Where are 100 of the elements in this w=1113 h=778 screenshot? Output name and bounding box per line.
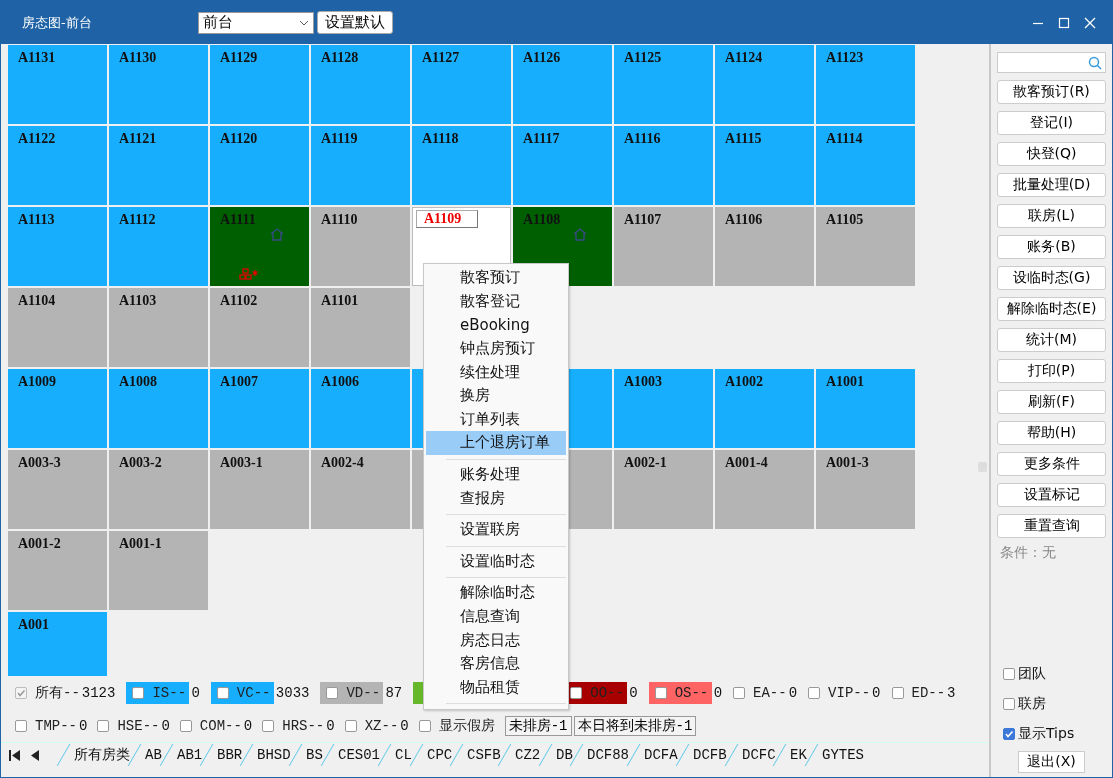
room-tile[interactable]: A001-3 [816, 450, 915, 529]
menu-item[interactable]: 订单列表 [426, 407, 566, 432]
room-tile[interactable]: A1122 [8, 126, 107, 205]
action-button[interactable]: 账务(B) [997, 235, 1106, 259]
room-tile[interactable]: A1103 [109, 288, 208, 367]
action-button[interactable]: 设临时态(G) [997, 266, 1106, 290]
room-tile[interactable]: A1118 [412, 126, 511, 205]
room-tile[interactable]: A1007 [210, 369, 309, 448]
view-select[interactable]: 前台 [198, 11, 314, 34]
room-tile[interactable]: A003-1 [210, 450, 309, 529]
room-tile[interactable]: A1128 [311, 45, 410, 124]
room-tile[interactable]: A1129 [210, 45, 309, 124]
room-tile[interactable]: A1130 [109, 45, 208, 124]
room-tile[interactable]: A1121 [109, 126, 208, 205]
room-tile[interactable]: A003-2 [109, 450, 208, 529]
room-tile[interactable]: A1002 [715, 369, 814, 448]
room-tile[interactable]: A1115 [715, 126, 814, 205]
menu-item[interactable]: 上个退房订单 [426, 431, 566, 455]
room-tile[interactable]: A1119 [311, 126, 410, 205]
room-tile[interactable]: A001-1 [109, 531, 208, 610]
room-type-tab[interactable]: CL [377, 744, 422, 766]
unassigned-button[interactable]: 本日将到未排房-1 [573, 716, 697, 736]
room-tile[interactable]: A1001 [816, 369, 915, 448]
room-tile[interactable]: A1127 [412, 45, 511, 124]
room-tile[interactable]: A1101 [311, 288, 410, 367]
room-tile[interactable]: A1107 [614, 207, 713, 286]
room-tile[interactable]: A1123 [816, 45, 915, 124]
room-tile[interactable]: A1003 [614, 369, 713, 448]
menu-item[interactable]: 房态日志 [426, 628, 566, 652]
room-type-tab[interactable]: BBR [199, 744, 253, 766]
room-tile[interactable]: A002-4 [311, 450, 410, 529]
status-count: 0 [79, 718, 88, 734]
room-tile[interactable]: A1106 [715, 207, 814, 286]
room-tile[interactable]: A1110 [311, 207, 410, 286]
action-button[interactable]: 刷新(F) [997, 390, 1106, 414]
menu-item[interactable]: 设置联房 [426, 517, 566, 542]
exit-button[interactable]: 退出(X) [1018, 751, 1085, 773]
set-default-button[interactable]: 设置默认 [317, 11, 393, 34]
action-button[interactable]: 解除临时态(E) [997, 297, 1106, 321]
unassigned-button[interactable]: 未排房-1 [504, 716, 572, 736]
room-tile[interactable]: A001-4 [715, 450, 814, 529]
room-tile[interactable]: A1114 [816, 126, 915, 205]
action-button[interactable]: 帮助(H) [997, 421, 1106, 445]
room-number: A002-4 [321, 455, 364, 471]
action-button[interactable]: 批量处理(D) [997, 173, 1106, 197]
action-button[interactable]: 统计(M) [997, 328, 1106, 352]
room-number: A003-1 [220, 455, 263, 471]
action-button[interactable]: 散客预订(R) [997, 80, 1106, 104]
menu-item[interactable]: 信息查询 [426, 604, 566, 629]
action-button[interactable]: 打印(P) [997, 359, 1106, 383]
room-number: A1114 [826, 131, 863, 147]
action-button[interactable]: 联房(L) [997, 204, 1106, 228]
room-number: A1124 [725, 50, 763, 66]
status-label: TMP-- [35, 718, 77, 734]
status-label: HRS-- [282, 718, 325, 734]
action-button[interactable]: 登记(I) [997, 111, 1106, 135]
menu-item[interactable]: 客房信息 [426, 651, 566, 676]
room-type-tab[interactable]: CPC [409, 744, 463, 766]
room-tile[interactable]: A1113 [8, 207, 107, 286]
menu-item[interactable]: 解除临时态 [426, 581, 566, 605]
status-count: 0 [161, 718, 170, 734]
menu-item[interactable]: 换房 [426, 383, 566, 408]
menu-item[interactable]: 散客登记 [426, 289, 566, 314]
room-type-tab[interactable]: 所有房类 [56, 744, 141, 766]
menu-item[interactable]: 续住处理 [426, 360, 566, 384]
menu-item[interactable]: 账务处理 [426, 462, 566, 487]
room-type-tab[interactable]: DCFA [627, 744, 689, 766]
menu-item[interactable]: 设置临时态 [426, 549, 566, 574]
room-tile[interactable]: A1117 [513, 126, 612, 205]
room-tile[interactable]: A001 [8, 612, 107, 676]
room-tile[interactable]: A1102 [210, 288, 309, 367]
room-tile[interactable]: A003-3 [8, 450, 107, 529]
room-tile[interactable]: A1009 [8, 369, 107, 448]
action-button[interactable]: 设置标记 [997, 483, 1106, 507]
action-button[interactable]: 更多条件 [997, 452, 1106, 476]
action-button[interactable]: 快登(Q) [997, 142, 1106, 166]
room-tile[interactable]: A1105 [816, 207, 915, 286]
room-tile[interactable]: A001-2 [8, 531, 107, 610]
menu-item[interactable]: 钟点房预订 [426, 336, 566, 361]
menu-item[interactable]: 查报房 [426, 486, 566, 510]
status-label: OO-- [590, 685, 624, 701]
status-label: VD-- [346, 685, 381, 701]
room-tile[interactable]: A1124 [715, 45, 814, 124]
room-tile[interactable]: A1116 [614, 126, 713, 205]
room-tile[interactable]: A002-1 [614, 450, 713, 529]
room-tile[interactable]: A1006 [311, 369, 410, 448]
room-tile[interactable]: A1008 [109, 369, 208, 448]
room-number: A001-2 [18, 536, 61, 552]
status-count: 3 [947, 685, 956, 701]
action-button[interactable]: 重置查询 [997, 514, 1106, 538]
room-tile[interactable]: A1104 [8, 288, 107, 367]
status-count: 87 [385, 685, 403, 701]
room-type-tab[interactable]: DB [538, 744, 583, 766]
room-tile[interactable]: A1125 [614, 45, 713, 124]
menu-item[interactable]: eBooking [426, 313, 566, 337]
room-tile[interactable]: A1131 [8, 45, 107, 124]
room-tile[interactable]: A1112 [109, 207, 208, 286]
room-tile[interactable]: A1120 [210, 126, 309, 205]
menu-item[interactable]: 物品租赁 [426, 675, 566, 700]
room-tile[interactable]: A1126 [513, 45, 612, 124]
